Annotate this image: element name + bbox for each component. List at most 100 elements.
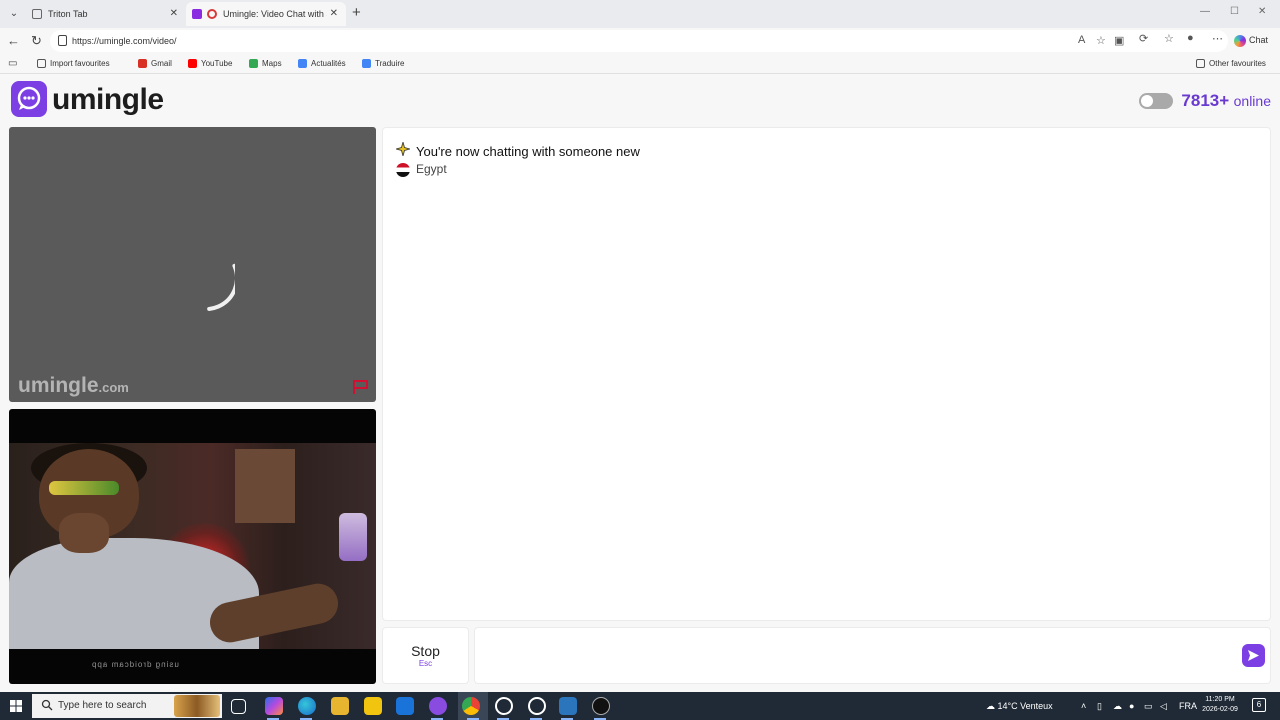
microphone-icon[interactable]: ●	[1129, 692, 1134, 720]
bookmark-maps[interactable]: Maps	[249, 57, 282, 71]
news-icon	[298, 59, 307, 69]
file-explorer-icon[interactable]	[331, 697, 349, 715]
steam-icon[interactable]	[559, 697, 577, 715]
umingle-favicon-icon	[192, 9, 202, 19]
taskbar-search[interactable]: Type here to search	[32, 694, 222, 718]
url-field[interactable]: https://umingle.com/video/ A ☆ ▣	[50, 30, 1228, 52]
tab-actions-icon[interactable]: ▭	[8, 56, 17, 72]
refresh-sync-icon[interactable]: ⟳	[1139, 32, 1148, 45]
logo-text: umingle	[52, 83, 164, 116]
camera-feed-image: using droidcam app	[9, 443, 376, 669]
stop-label: Stop	[411, 643, 440, 659]
show-hidden-icons-icon[interactable]: ˄	[1081, 692, 1086, 720]
bookmark-actualites[interactable]: Actualités	[298, 57, 346, 71]
back-icon[interactable]: ←	[7, 33, 20, 49]
loading-spinner-icon	[175, 263, 235, 312]
favorites-icon[interactable]: ☆	[1164, 32, 1174, 45]
clock-time: 11:20 PM	[1205, 696, 1235, 703]
bookmark-label: Other favourites	[1209, 59, 1266, 68]
theme-toggle[interactable]	[1138, 93, 1173, 109]
online-count: 7813+	[1181, 91, 1230, 110]
clock-date: 2026-02-09	[1202, 706, 1238, 713]
chat-label: Chat	[1249, 35, 1269, 45]
minimize-icon[interactable]: —	[1200, 6, 1210, 17]
chrome-icon[interactable]	[462, 697, 480, 715]
youtube-icon	[188, 59, 197, 69]
bookmark-gmail[interactable]: Gmail	[138, 57, 172, 71]
watermark-domain: .com	[98, 380, 129, 395]
copilot-app-icon[interactable]	[265, 697, 283, 715]
bookmark-label: Maps	[262, 59, 282, 68]
search-placeholder: Type here to search	[58, 700, 147, 711]
favorite-star-icon[interactable]: ☆	[1096, 34, 1106, 47]
bookmark-youtube[interactable]: YouTube	[188, 57, 232, 71]
bookmark-label: Import favourites	[50, 59, 110, 68]
outlook-icon[interactable]	[396, 697, 414, 715]
search-highlight-image	[174, 695, 220, 717]
bookmarks-bar: ▭ Import favourites Gmail YouTube Maps A…	[0, 54, 1280, 74]
stop-shortcut: Esc	[418, 659, 433, 668]
stop-button[interactable]: Stop Esc	[382, 627, 469, 684]
report-flag-icon[interactable]	[352, 379, 370, 395]
send-icon	[1248, 650, 1259, 661]
chat-app-icon[interactable]	[429, 697, 447, 715]
close-tab-icon[interactable]: ✕	[170, 2, 178, 26]
read-aloud-icon[interactable]: A	[1078, 34, 1085, 46]
bookmark-traduire[interactable]: Traduire	[362, 57, 405, 71]
volume-icon[interactable]: ◁	[1160, 692, 1167, 720]
language-indicator[interactable]: FRA	[1179, 692, 1197, 720]
immersive-reader-icon[interactable]: ▣	[1114, 34, 1124, 47]
tray-device-icon[interactable]: ▯	[1097, 692, 1102, 720]
notification-center-icon[interactable]: 6	[1252, 698, 1266, 712]
self-camera-video: using droidcam app	[9, 409, 376, 684]
send-button[interactable]	[1242, 644, 1265, 667]
obs-icon[interactable]	[495, 697, 513, 715]
status-text: You're now chatting with someone new	[416, 144, 640, 159]
bookmark-other-favourites[interactable]: Other favourites	[1196, 57, 1266, 71]
maximize-icon[interactable]: ☐	[1230, 6, 1239, 17]
reload-icon[interactable]: ↻	[31, 33, 42, 49]
new-tab-button[interactable]: +	[352, 4, 361, 22]
more-menu-icon[interactable]: ⋯	[1212, 32, 1223, 45]
chat-bubble-logo-icon	[11, 81, 47, 117]
site-info-icon[interactable]	[58, 35, 67, 46]
watermark-text: umingle	[18, 374, 99, 397]
store-icon[interactable]	[364, 697, 382, 715]
copilot-chat-button[interactable]: Chat	[1234, 32, 1268, 48]
online-counter: 7813+ online	[1138, 91, 1271, 111]
system-clock[interactable]: 11:20 PM 2026-02-09	[1196, 695, 1244, 715]
tab-list-dropdown-icon[interactable]: ⌄	[6, 6, 22, 22]
close-tab-icon[interactable]: ✕	[330, 2, 338, 26]
weather-widget[interactable]: ☁ 14°C Venteux	[986, 692, 1053, 720]
sparkle-icon	[394, 140, 412, 160]
profile-icon[interactable]: ●	[1187, 32, 1194, 44]
tray-cloud-icon[interactable]: ☁	[1113, 692, 1122, 720]
bookmark-import-favourites[interactable]: Import favourites	[37, 57, 110, 71]
translate-icon	[362, 59, 371, 69]
network-icon[interactable]: ▭	[1144, 692, 1153, 720]
browser-tab-bar: ⌄ Triton Tab ✕ Umingle: Video Chat with …	[0, 0, 1280, 28]
app-dark-icon[interactable]	[592, 697, 610, 715]
gmail-icon	[138, 59, 147, 69]
message-input[interactable]	[474, 627, 1271, 684]
edge-icon[interactable]	[298, 697, 316, 715]
weather-text: 14°C Venteux	[997, 701, 1053, 711]
bookmark-label: Gmail	[151, 59, 172, 68]
umingle-page: umingle 7813+ online umingle.com using d…	[0, 75, 1280, 692]
address-bar-row: ← ↻ https://umingle.com/video/ A ☆ ▣ ⟳ ☆…	[0, 28, 1280, 54]
import-icon	[37, 59, 46, 69]
bookmark-label: Actualités	[311, 59, 346, 68]
weather-icon: ☁	[986, 701, 998, 711]
windows-start-icon[interactable]	[10, 700, 22, 712]
tab-triton[interactable]: Triton Tab ✕	[26, 2, 186, 26]
tab-umingle[interactable]: Umingle: Video Chat with Strangers ✕	[186, 2, 346, 26]
window-close-icon[interactable]: ✕	[1258, 6, 1266, 17]
camera-app-caption: using droidcam app	[91, 660, 179, 669]
stranger-video: umingle.com	[9, 127, 376, 402]
triton-favicon-icon	[32, 9, 42, 19]
task-view-icon[interactable]	[231, 699, 246, 714]
search-icon	[41, 699, 53, 711]
chat-log: You're now chatting with someone new Egy…	[382, 127, 1271, 621]
egypt-flag-icon	[396, 162, 410, 177]
app-ring-icon[interactable]	[528, 697, 546, 715]
